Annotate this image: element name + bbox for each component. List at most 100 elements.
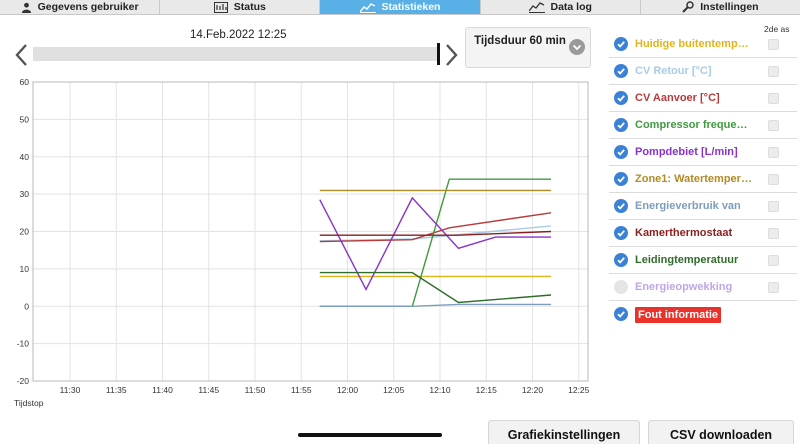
- duration-value: Tijdsduur 60 min: [474, 35, 566, 47]
- tab-label: Statistieken: [381, 0, 441, 13]
- duration-select[interactable]: Tijdsduur 60 min: [465, 27, 591, 68]
- home-indicator: [298, 433, 442, 437]
- tab-statistieken[interactable]: Statistieken: [320, 0, 481, 14]
- x-tick-label: 12:20: [522, 385, 544, 395]
- legend-label: CV Aanvoer [°C]: [635, 92, 720, 104]
- x-tick-label: 11:45: [198, 385, 219, 395]
- tab-gegevens-gebruiker[interactable]: Gegevens gebruiker: [0, 0, 161, 14]
- x-tick-label: 12:15: [476, 385, 498, 395]
- y-tick-label: 0: [24, 301, 29, 311]
- check-icon: [617, 311, 625, 318]
- statistics-chart[interactable]: 60 50 40 30 20 10 0 -10 -20 11:30 11:35 11:40 11:45…: [0, 76, 600, 416]
- legend-label: Huidige buitentemperatuur: [635, 38, 753, 50]
- series-toggle[interactable]: [614, 118, 628, 132]
- legend-item[interactable]: Fout informatie: [609, 302, 797, 328]
- x-tick-label: 12:10: [429, 385, 451, 395]
- check-icon: [617, 95, 625, 102]
- legend-label: Energieopwekking: [635, 281, 733, 293]
- second-axis-checkbox[interactable]: [768, 228, 779, 239]
- legend-label: CV Retour [°C]: [635, 65, 712, 77]
- series-toggle[interactable]: [614, 91, 628, 105]
- check-icon: [617, 230, 625, 237]
- second-axis-checkbox[interactable]: [768, 39, 779, 50]
- legend-item[interactable]: Energieopwekking: [609, 275, 797, 301]
- second-axis-checkbox[interactable]: [768, 93, 779, 104]
- series-toggle[interactable]: [614, 64, 628, 78]
- x-tick-label: 12:25: [568, 385, 590, 395]
- check-icon: [617, 68, 625, 75]
- x-tick-label: 12:05: [383, 385, 405, 395]
- chart-series: [319, 178, 552, 308]
- tab-bar: Gegevens gebruiker Status Statistieken D…: [0, 0, 800, 15]
- x-tick-label: 11:50: [245, 385, 266, 395]
- x-axis-ticks: 11:30 11:35 11:40 11:45 11:50 11:55 12:00 12:05…: [60, 385, 590, 395]
- next-period-button[interactable]: [441, 42, 461, 68]
- legend-item[interactable]: Energieverbruik van: [609, 194, 797, 220]
- y-tick-label: 30: [20, 189, 30, 199]
- second-axis-checkbox[interactable]: [768, 282, 779, 293]
- tab-label: Data log: [550, 0, 592, 13]
- legend-item[interactable]: CV Retour [°C]: [609, 59, 797, 85]
- legend-item[interactable]: CV Aanvoer [°C]: [609, 86, 797, 112]
- series-toggle[interactable]: [614, 307, 628, 321]
- x-tick-label: 11:40: [152, 385, 173, 395]
- tab-label: Gegevens gebruiker: [37, 0, 139, 13]
- legend-item[interactable]: Pompdebiet [L/min]: [609, 140, 797, 166]
- second-axis-checkbox[interactable]: [768, 255, 779, 266]
- series-line: [319, 196, 551, 291]
- check-icon: [617, 41, 625, 48]
- chevron-right-icon: [446, 44, 458, 66]
- x-tick-label: 11:55: [291, 385, 312, 395]
- timeline-slider[interactable]: [33, 43, 440, 65]
- chart-grid: [32, 81, 589, 382]
- legend-item[interactable]: Huidige buitentemperatuur: [609, 32, 797, 58]
- check-icon: [617, 122, 625, 129]
- check-icon: [617, 203, 625, 210]
- status-icon: [213, 1, 228, 13]
- chart-line-icon: [359, 2, 376, 13]
- legend-item[interactable]: Leidingtemperatuur: [609, 248, 797, 274]
- series-toggle[interactable]: [614, 172, 628, 186]
- y-tick-label: 20: [20, 227, 30, 237]
- series-toggle[interactable]: [614, 226, 628, 240]
- csv-download-button[interactable]: CSV downloaden: [648, 420, 794, 444]
- user-icon: [21, 2, 31, 13]
- second-axis-checkbox[interactable]: [768, 147, 779, 158]
- tab-instellingen[interactable]: Instellingen: [641, 0, 800, 14]
- legend-label: Compressor frequentie: [635, 119, 753, 131]
- tab-status[interactable]: Status: [160, 0, 321, 14]
- data-log-icon: [528, 1, 545, 13]
- previous-period-button[interactable]: [12, 42, 32, 68]
- second-axis-checkbox[interactable]: [768, 120, 779, 131]
- x-tick-label: 11:35: [106, 385, 127, 395]
- series-toggle[interactable]: [614, 145, 628, 159]
- chevron-down-icon: [569, 39, 585, 55]
- legend-label: Pompdebiet [L/min]: [635, 146, 738, 158]
- series-toggle[interactable]: [614, 37, 628, 51]
- series-toggle[interactable]: [614, 199, 628, 213]
- tab-data-log[interactable]: Data log: [481, 0, 641, 14]
- series-toggle[interactable]: [614, 253, 628, 267]
- legend-item[interactable]: Compressor frequentie: [609, 113, 797, 139]
- y-tick-label: 60: [20, 77, 30, 87]
- second-axis-checkbox[interactable]: [768, 66, 779, 77]
- y-tick-label: 10: [20, 264, 30, 274]
- current-date-label: 14.Feb.2022 12:25: [190, 29, 287, 41]
- second-axis-checkbox[interactable]: [768, 201, 779, 212]
- wrench-icon: [682, 1, 694, 13]
- y-tick-label: 50: [20, 114, 30, 124]
- y-tick-label: -20: [17, 376, 30, 386]
- chart-settings-button[interactable]: Grafiekinstellingen: [488, 420, 640, 444]
- statistics-page: Gegevens gebruiker Status Statistieken D…: [0, 0, 800, 444]
- chevron-left-icon: [15, 44, 27, 66]
- y-tick-label: 40: [20, 152, 30, 162]
- legend-label: Kamerthermostaat: [635, 227, 733, 239]
- series-toggle[interactable]: [614, 280, 628, 294]
- tab-label: Status: [233, 0, 266, 13]
- timeline-handle[interactable]: [437, 43, 440, 65]
- legend-item[interactable]: Zone1: Watertemperatuur: [609, 167, 797, 193]
- legend-item[interactable]: Kamerthermostaat: [609, 221, 797, 247]
- error-info-badge: Fout informatie: [635, 307, 722, 323]
- y-tick-label: -10: [17, 339, 30, 349]
- second-axis-checkbox[interactable]: [768, 174, 779, 185]
